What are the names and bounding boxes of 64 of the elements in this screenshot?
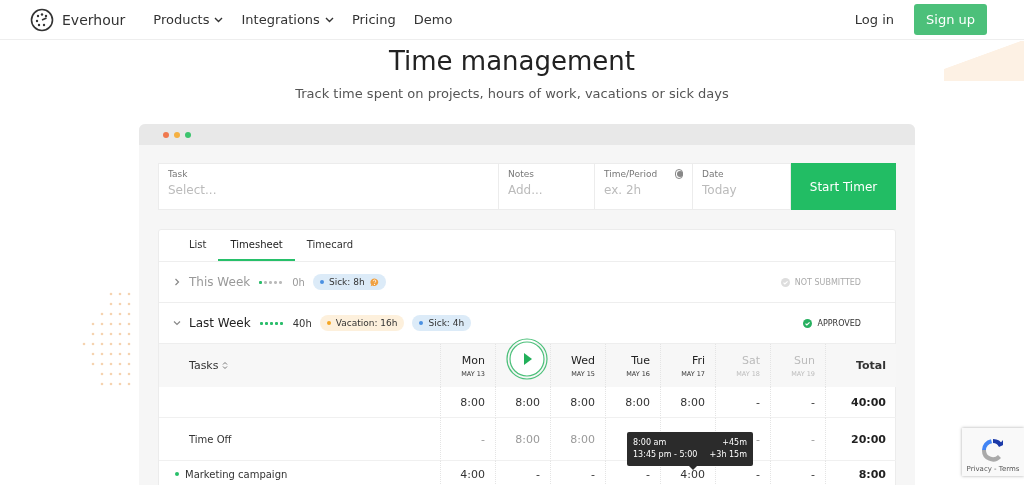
tab[interactable]: Timesheet (218, 230, 295, 261)
column-header: Total (855, 359, 886, 372)
table-cell: - (770, 461, 825, 485)
table-cell: 8:00 (605, 387, 660, 418)
table-cell: - (550, 461, 605, 485)
sick-tag: Sick: 4h (412, 315, 472, 331)
task-name: Time Off (189, 433, 232, 445)
brand-name[interactable]: Everhour (62, 11, 126, 28)
toggle-switch[interactable] (675, 169, 683, 179)
play-button[interactable] (506, 338, 548, 380)
chevron-icon[interactable] (173, 278, 181, 286)
table-cell: - (770, 387, 825, 418)
table-cell: 8:00 (440, 387, 495, 418)
table-cell: 8:00 (660, 387, 715, 418)
vacation-tag: Vacation: 16h (319, 315, 405, 331)
table-cell: - (770, 418, 825, 461)
nav-link[interactable]: Pricing (351, 12, 396, 27)
clock-logo-icon[interactable] (30, 7, 54, 32)
week-hours: 40h (292, 317, 312, 329)
table-cell: 8:00 (495, 418, 550, 461)
day-name: Sun (794, 353, 815, 367)
total-cell: 20:00 (851, 432, 886, 446)
day-name: Mon (461, 353, 485, 367)
field-label: Date (702, 169, 724, 179)
field-label: Notes (508, 169, 534, 179)
table-cell: 4:00 (440, 461, 495, 485)
sick-tag: Sick: 8h (312, 274, 386, 290)
day-name: Tue (631, 353, 650, 367)
field-label: Task (168, 169, 188, 179)
recaptcha-logo-icon (980, 437, 1006, 463)
nav-link[interactable]: Products (153, 12, 224, 27)
tab[interactable]: Timecard (294, 230, 366, 261)
day-name: Fri (691, 353, 705, 367)
caret-icon (324, 16, 334, 23)
input-field[interactable]: ex. 2h (604, 183, 683, 197)
day-name: Sat (741, 353, 760, 367)
table-cell: - (495, 461, 550, 485)
total-cell: 40:00 (851, 395, 886, 409)
field-label: Time/Period (604, 169, 658, 179)
table-cell: 8:00 (550, 387, 605, 418)
login-link[interactable]: Log in (854, 12, 894, 27)
table-cell: - (440, 418, 495, 461)
status-label: APPROVED (803, 318, 861, 328)
tab[interactable]: List (177, 230, 219, 261)
status-label: NOT SUBMITTED (780, 277, 861, 287)
week-hours: 0h (292, 276, 305, 288)
table-cell: - (715, 387, 770, 418)
input-field[interactable]: Select... (168, 183, 489, 197)
nav-link[interactable]: Demo (413, 12, 453, 27)
column-header[interactable]: Tasks (189, 359, 229, 372)
day-name: Wed (571, 353, 595, 367)
table-cell: 8:00 (495, 387, 550, 418)
hero-subtitle: Track time spent on projects, hours of work, vacations or sick days (295, 86, 729, 101)
chevron-icon[interactable] (173, 319, 181, 327)
sort-icon[interactable] (222, 361, 229, 370)
table-cell: 8:00 (550, 418, 605, 461)
caret-icon (214, 16, 224, 23)
hero-title: Time management (388, 46, 636, 76)
task-name: Marketing campaign (185, 468, 288, 480)
week-title[interactable]: Last Week (189, 316, 251, 330)
nav-link[interactable]: Integrations (241, 12, 334, 27)
input-field[interactable]: Today (702, 183, 781, 197)
total-cell: 8:00 (858, 467, 886, 481)
input-field[interactable]: Add... (508, 183, 585, 197)
